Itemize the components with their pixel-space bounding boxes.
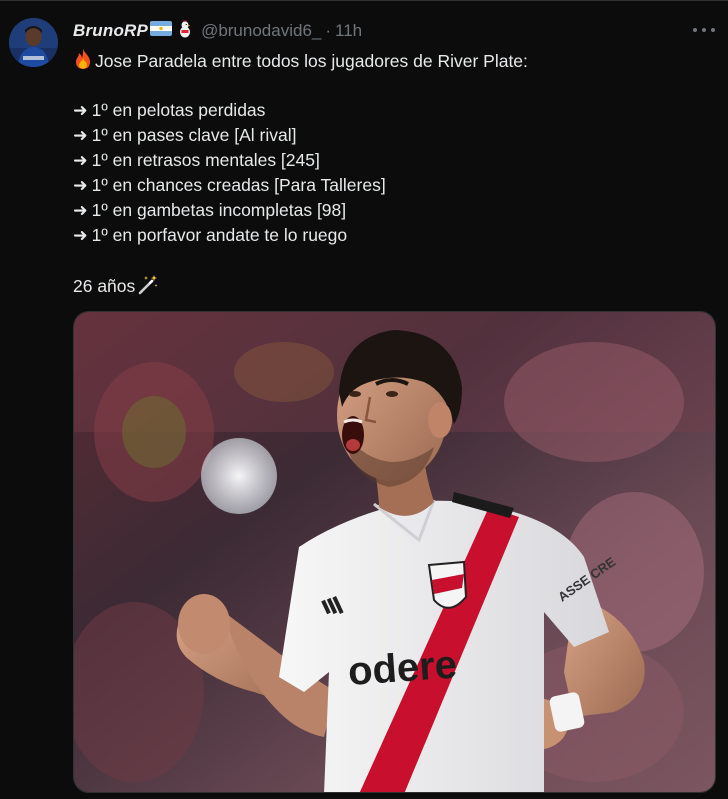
arrow-icon: ➜ (73, 100, 88, 120)
list-item: ➜ 1º en chances creadas [Para Talleres] (73, 173, 703, 198)
list-item: ➜ 1º en pases clave [Al rival] (73, 123, 703, 148)
intro-line: Jose Paradela entre todos los jugadores … (73, 48, 703, 73)
avatar-image (9, 18, 58, 67)
display-name[interactable]: BrunoRP (73, 21, 148, 41)
user-handle[interactable]: @brunodavid6_ (201, 21, 321, 41)
more-dots-icon[interactable] (693, 21, 715, 39)
arrow-icon: ➜ (73, 125, 88, 145)
list-item: ➜ 1º en porfavor andate te lo ruego (73, 223, 703, 248)
tweet-media-photo[interactable]: odere ASSE CRE (73, 311, 716, 793)
list-item-text: 1º en pases clave [Al rival] (91, 125, 297, 145)
header-separator: · (325, 21, 332, 40)
intro-text: Jose Paradela entre todos los jugadores … (95, 51, 528, 71)
avatar[interactable] (9, 18, 58, 67)
argentina-flag-icon (150, 21, 173, 41)
arrow-icon: ➜ (73, 200, 88, 220)
tweet-header: BrunoRP @brunodavid6_ · 11h (73, 19, 362, 43)
list-item: ➜ 1º en pelotas perdidas (73, 98, 703, 123)
list-item-text: 1º en gambetas incompletas [98] (91, 200, 347, 220)
tweet[interactable]: BrunoRP @brunodavid6_ · 11h Jose Paradel… (0, 0, 728, 799)
list-item-text: 1º en retrasos mentales [245] (91, 150, 320, 170)
list-item-text: 1º en porfavor andate te lo ruego (91, 225, 348, 245)
list-item-text: 1º en pelotas perdidas (91, 100, 266, 120)
magic-wand-emoji-icon (137, 273, 159, 302)
jersey-sponsor-text: odere (347, 642, 459, 693)
chicken-icon (178, 19, 192, 43)
arrow-icon: ➜ (73, 150, 88, 170)
closing-line: 26 años (73, 273, 703, 298)
timestamp[interactable]: 11h (335, 21, 362, 41)
tweet-text: Jose Paradela entre todos los jugadores … (73, 48, 703, 298)
arrow-icon: ➜ (73, 175, 88, 195)
list-item: ➜ 1º en gambetas incompletas [98] (73, 198, 703, 223)
fire-emoji-icon (73, 48, 93, 77)
arrow-icon: ➜ (73, 225, 88, 245)
list-item-text: 1º en chances creadas [Para Talleres] (91, 175, 386, 195)
list-item: ➜ 1º en retrasos mentales [245] (73, 148, 703, 173)
closing-text: 26 años (73, 276, 136, 296)
player-photo: odere ASSE CRE (74, 312, 715, 792)
